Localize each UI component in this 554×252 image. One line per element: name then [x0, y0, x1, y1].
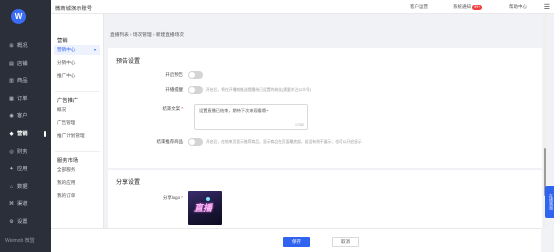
sub-nav-item-label: 我的应用 [57, 180, 76, 185]
cancel-button[interactable]: 取消 [332, 237, 359, 247]
overview-icon: ⊞ [9, 43, 14, 49]
app-icon: ✦ [9, 166, 14, 173]
chevron-down-icon: ▾ [93, 47, 96, 52]
sub-nav-item-label: 推广计划管理 [57, 133, 85, 138]
share-settings-panel: 分享设置 分享logo * [108, 170, 542, 228]
sub-nav-item-label: 广告管理 [57, 120, 76, 125]
app-title: 微商城演示账号 [55, 6, 93, 12]
active-indicator [44, 131, 46, 137]
menu-icon[interactable]: ☰ [544, 3, 550, 11]
help-center-link[interactable]: 帮助中心 [509, 4, 527, 10]
nav-item-7[interactable]: ✦ 应用 [4, 163, 48, 175]
form-footer: 保存 取消 [51, 228, 541, 252]
customer-ops-link[interactable]: 客户运营 [410, 4, 428, 10]
share-logo-image[interactable]: 直播 [188, 191, 222, 225]
sub-nav-item[interactable]: 推广中心 [54, 71, 100, 81]
nav-item-0[interactable]: ⊞ 概况 [4, 40, 48, 52]
share-logo-text: 直播 [194, 203, 213, 213]
left-nav: W ⊞ 概况 ▤ 店铺 ▥ 商品 ▦ 订单 ◉ 客户 ◈ 营销 ◎ 财务 ✦ 应用 ⌂ 数据 ⌘ 渠道 ⚙ 设置 Weim… [0, 0, 51, 252]
end-text-count: 17/50 [295, 123, 304, 127]
nav-item-6[interactable]: ◎ 财务 [4, 146, 48, 158]
sub-nav-item[interactable]: 广告管理 [54, 118, 100, 128]
sub-nav-item[interactable]: 我的订单 [54, 191, 100, 201]
end-text-input[interactable]: 设置直播已结束，期待下次来观看哦~ 17/50 [194, 104, 308, 130]
sub-nav-item-label: 推广中心 [57, 73, 76, 78]
sub-nav-item[interactable]: 全部服务 [54, 165, 100, 175]
sub-nav-item-label: 分销中心 [57, 60, 76, 65]
sub-nav-group-header: 营销 [57, 38, 68, 44]
nav-item-4[interactable]: ◉ 客户 [4, 110, 48, 122]
nav-item-8[interactable]: ⌂ 数据 [4, 181, 48, 193]
nav-item-5[interactable]: ◈ 营销 [4, 128, 48, 140]
nav-item-label: 数据 [17, 183, 28, 190]
share-section-title: 分享设置 [116, 180, 141, 186]
brand-label: Weimob 微盟 [5, 238, 35, 244]
sub-nav-item-label: 全部服务 [57, 167, 76, 172]
nav-item-label: 概况 [17, 43, 28, 49]
end-text-label: 结束文案 * [162, 106, 183, 111]
start-reminder-toggle[interactable] [188, 86, 203, 94]
end-recommend-hint: 开启后，在结束页显示推荐商品，显示商品在页面最底部，若没有则不展示；也可以开启显… [206, 140, 362, 144]
nav-item-1[interactable]: ▤ 店铺 [4, 58, 48, 70]
order-icon: ▦ [9, 95, 14, 102]
nav-item-2[interactable]: ▥ 商品 [4, 75, 48, 87]
nav-item-label: 商品 [17, 78, 28, 85]
sub-nav-item[interactable]: 概况 [54, 105, 100, 115]
nav-item-3[interactable]: ▦ 订单 [4, 93, 48, 105]
sub-nav-divider [55, 151, 100, 152]
app-logo[interactable]: W [11, 9, 26, 24]
nav-item-label: 客户 [17, 113, 28, 120]
nav-item-label: 财务 [17, 148, 28, 155]
nav-item-label: 店铺 [17, 60, 28, 67]
goods-icon: ▥ [9, 78, 14, 85]
finance-icon: ◎ [9, 148, 14, 155]
preview-settings-panel: 预告设置 开启预告 开播提醒 开启后，将在开播前推送提醒给已设置的粉丝(需要关注… [108, 48, 542, 168]
sub-nav-item[interactable]: 推广计划管理 [54, 131, 100, 141]
breadcrumb: 直播列表 › 场次管理 › 新建直播场次 [110, 32, 184, 37]
sub-nav-group-header: 广告推广 [57, 98, 79, 104]
nav-item-label: 应用 [17, 166, 28, 173]
end-recommend-toggle[interactable] [188, 138, 203, 146]
sub-nav-item[interactable]: 我的应用 [54, 178, 100, 188]
store-icon: ▤ [9, 60, 14, 67]
channel-icon: ⌘ [9, 201, 14, 208]
save-button[interactable]: 保存 [283, 237, 310, 247]
sub-nav-item-label: 概况 [57, 107, 67, 112]
nav-item-10[interactable]: ⚙ 设置 [4, 216, 48, 228]
settings-icon: ⚙ [9, 219, 14, 225]
online-consult-tab[interactable]: 在线咨询 [545, 186, 554, 218]
end-recommend-label: 结束推荐商品 [156, 139, 183, 144]
end-text-value: 设置直播已结束，期待下次来观看哦~ [199, 108, 269, 113]
customer-icon: ◉ [9, 113, 14, 120]
notification-link[interactable]: 系统通知 99+ [453, 4, 483, 10]
top-bar: 微商城演示账号 客户运营 系统通知 99+ 帮助中心 ☰ [51, 0, 554, 14]
share-logo-label: 分享logo * [162, 195, 183, 200]
nav-item-9[interactable]: ⌘ 渠道 [4, 198, 48, 210]
sub-nav-group-header: 服务市场 [57, 158, 79, 164]
sub-nav-divider [55, 91, 100, 92]
nav-item-label: 订单 [17, 95, 28, 102]
sub-nav-item[interactable]: 营销中心 ▾ [54, 45, 100, 55]
preview-section-title: 预告设置 [116, 59, 141, 65]
nav-item-label: 设置 [17, 219, 28, 225]
sub-nav-item-label: 我的订单 [57, 193, 76, 198]
sub-nav: 营销营销中心 ▾ 分销中心推广中心广告推广概况广告管理推广计划管理 服务市场全部服务我… [51, 14, 104, 252]
nav-item-label: 营销 [17, 131, 28, 137]
open-preview-label: 开启预告 [165, 72, 183, 77]
open-preview-toggle[interactable] [188, 71, 203, 79]
start-reminder-hint: 开启后，将在开播前推送提醒给已设置的粉丝(需要关注公众号) [206, 88, 312, 92]
marketing-icon: ◈ [9, 131, 14, 137]
sub-nav-item-label: 营销中心 [57, 47, 76, 52]
notification-badge: 99+ [472, 5, 483, 10]
data-icon: ⌂ [9, 183, 14, 190]
start-reminder-label: 开播提醒 [165, 87, 183, 92]
nav-item-label: 渠道 [17, 201, 28, 208]
sub-nav-item[interactable]: 分销中心 [54, 58, 100, 68]
